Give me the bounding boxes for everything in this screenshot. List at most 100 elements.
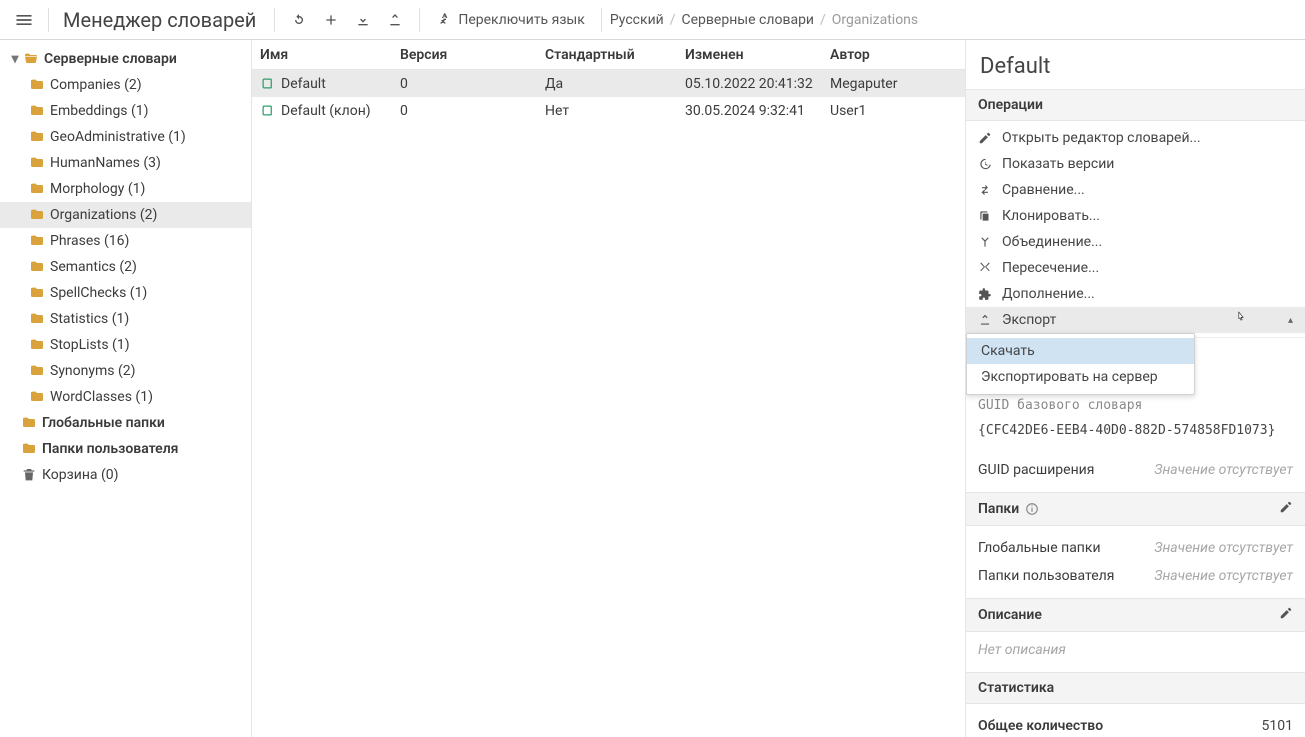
tree-item[interactable]: Companies (2) [0, 72, 251, 98]
folder-open-icon [22, 51, 40, 67]
description-edit-button[interactable] [1279, 606, 1293, 624]
user-folders-label: Папки пользователя [978, 568, 1114, 584]
cell-author: Megaputer [830, 76, 965, 92]
breadcrumb-language[interactable]: Русский [610, 12, 664, 28]
trash-icon [20, 467, 38, 483]
folder-icon [28, 363, 46, 379]
cell-version: 0 [400, 76, 545, 92]
op-merge[interactable]: Объединение... [966, 229, 1305, 255]
upload-icon [978, 313, 992, 327]
cell-version: 0 [400, 103, 545, 119]
col-modified[interactable]: Изменен [685, 47, 830, 63]
op-intersect[interactable]: Пересечение... [966, 255, 1305, 281]
op-open-editor[interactable]: Открыть редактор словарей... [966, 125, 1305, 151]
plus-icon [323, 12, 339, 28]
folder-icon [28, 129, 46, 145]
pencil-icon [1279, 606, 1293, 620]
intersect-icon [978, 261, 992, 275]
tree-item[interactable]: WordClasses (1) [0, 384, 251, 410]
export-to-server[interactable]: Экспортировать на сервер [967, 364, 1194, 390]
col-name[interactable]: Имя [260, 47, 400, 63]
op-show-versions[interactable]: Показать версии [966, 151, 1305, 177]
tree-item-label: Semantics (2) [46, 259, 137, 275]
folder-icon [28, 233, 46, 249]
tree-item-label: SpellChecks (1) [46, 285, 147, 301]
export-button[interactable] [379, 4, 411, 36]
folder-icon [28, 337, 46, 353]
tree-item-label: HumanNames (3) [46, 155, 161, 171]
tree-item-label: Morphology (1) [46, 181, 145, 197]
table-header: Имя Версия Стандартный Изменен Автор [252, 40, 965, 70]
tree-item[interactable]: Morphology (1) [0, 176, 251, 202]
menu-button[interactable] [8, 4, 40, 36]
refresh-icon [291, 12, 307, 28]
folder-icon [28, 389, 46, 405]
folder-icon [20, 415, 38, 431]
tree-item[interactable]: GeoAdministrative (1) [0, 124, 251, 150]
folder-icon [28, 207, 46, 223]
op-complement[interactable]: Дополнение... [966, 281, 1305, 307]
add-button[interactable] [315, 4, 347, 36]
op-export[interactable]: Экспорт ▴ Скачать Экспортировать на серв… [966, 307, 1305, 333]
table-row[interactable]: Default0Да05.10.2022 20:41:32Megaputer [252, 70, 965, 97]
folder-icon [20, 441, 38, 457]
tree-item-label: GeoAdministrative (1) [46, 129, 186, 145]
tree-global-label: Глобальные папки [38, 415, 165, 431]
description-empty: Нет описания [966, 632, 1305, 672]
description-header: Описание [966, 598, 1305, 632]
breadcrumb-current: Organizations [832, 12, 918, 28]
tree-root-label: Серверные словари [40, 51, 177, 67]
folder-icon [28, 181, 46, 197]
pencil-icon [978, 131, 992, 145]
tree-item-label: Organizations (2) [46, 207, 157, 223]
op-compare[interactable]: Сравнение... [966, 177, 1305, 203]
cell-modified: 30.05.2024 9:32:41 [685, 103, 830, 119]
tree-item-label: Embeddings (1) [46, 103, 149, 119]
translate-icon [436, 12, 452, 28]
tree-item[interactable]: StopLists (1) [0, 332, 251, 358]
total-label: Общее количество [978, 718, 1103, 734]
col-author[interactable]: Автор [830, 47, 965, 63]
switch-language-button[interactable]: Переключить язык [428, 4, 593, 36]
folders-edit-button[interactable] [1279, 500, 1293, 518]
tree-item[interactable]: Statistics (1) [0, 306, 251, 332]
breadcrumb-folder[interactable]: Серверные словари [682, 12, 815, 28]
tree-item[interactable]: Phrases (16) [0, 228, 251, 254]
cell-author: User1 [830, 103, 965, 119]
col-standard[interactable]: Стандартный [545, 47, 685, 63]
table-row[interactable]: Default (клон)0Нет30.05.2024 9:32:41User… [252, 97, 965, 124]
col-version[interactable]: Версия [400, 47, 545, 63]
info-icon[interactable] [1025, 502, 1039, 516]
tree-item[interactable]: Organizations (2) [0, 202, 251, 228]
op-clone[interactable]: Клонировать... [966, 203, 1305, 229]
tree-item[interactable]: Semantics (2) [0, 254, 251, 280]
tree-trash[interactable]: Корзина (0) [0, 462, 251, 488]
page-title: Менеджер словарей [57, 8, 266, 32]
tree-item[interactable]: SpellChecks (1) [0, 280, 251, 306]
tree-item[interactable]: HumanNames (3) [0, 150, 251, 176]
compare-icon [978, 183, 992, 197]
cell-name: Default [281, 76, 326, 92]
tree-user-folders[interactable]: Папки пользователя [0, 436, 251, 462]
ext-guid-label: GUID расширения [978, 462, 1094, 478]
menu-icon [14, 10, 34, 30]
book-icon [260, 103, 275, 118]
book-icon [260, 76, 275, 91]
cell-standard: Нет [545, 103, 685, 119]
tree-root-server-dictionaries[interactable]: ▾ Серверные словари [0, 46, 251, 72]
history-icon [978, 157, 992, 171]
tree-item[interactable]: Synonyms (2) [0, 358, 251, 384]
tree-item-label: Companies (2) [46, 77, 142, 93]
import-button[interactable] [347, 4, 379, 36]
export-download[interactable]: Скачать [967, 338, 1194, 364]
refresh-button[interactable] [283, 4, 315, 36]
tree-item[interactable]: Embeddings (1) [0, 98, 251, 124]
tree-item-label: Synonyms (2) [46, 363, 136, 379]
breadcrumb: Русский / Серверные словари / Organizati… [610, 12, 918, 28]
tree-global-folders[interactable]: Глобальные папки [0, 410, 251, 436]
total-value: 5101 [1262, 718, 1293, 734]
global-folders-label: Глобальные папки [978, 540, 1101, 556]
switch-language-label: Переключить язык [458, 12, 585, 28]
tree-item-label: WordClasses (1) [46, 389, 153, 405]
caret-up-icon: ▴ [1288, 315, 1293, 326]
